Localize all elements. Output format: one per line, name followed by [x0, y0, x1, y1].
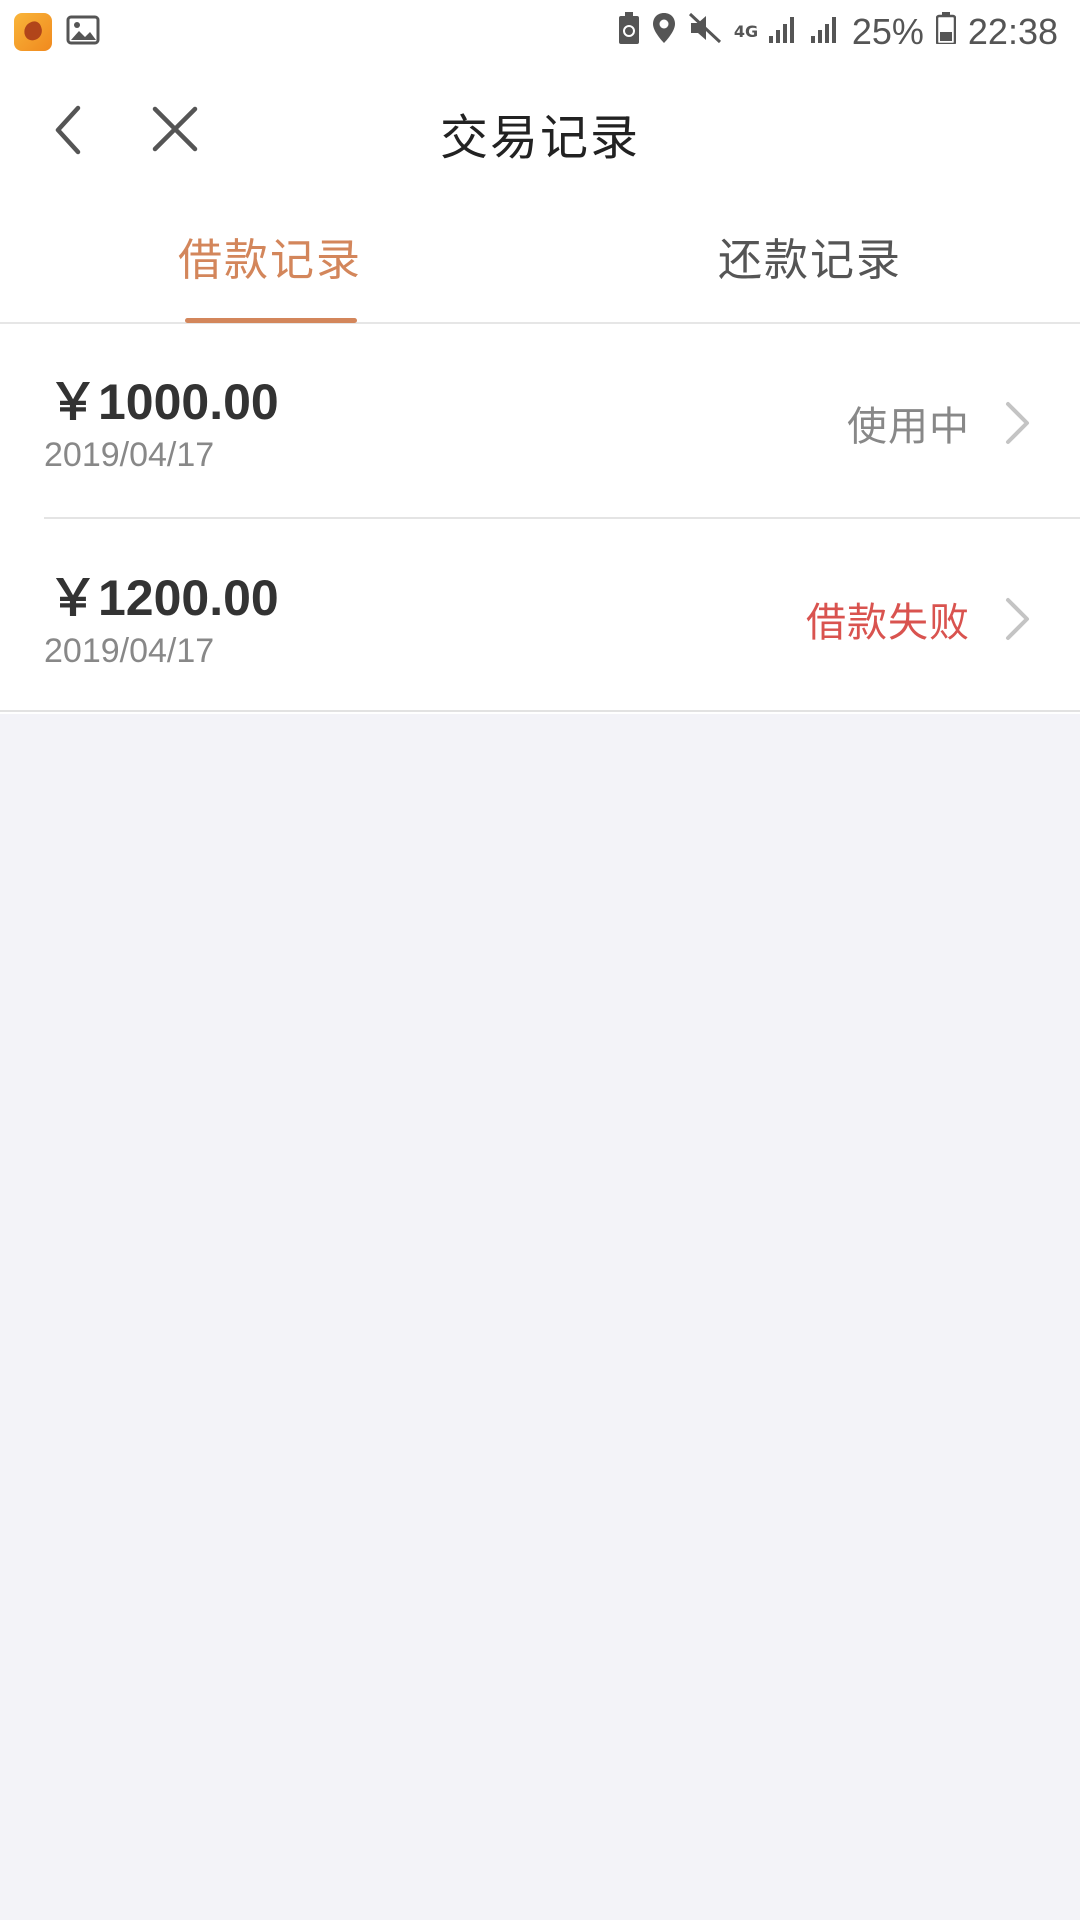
app-icon — [14, 13, 52, 51]
signal-icon — [768, 12, 798, 53]
tab-bar: 借款记录 还款记录 — [0, 194, 1080, 324]
chevron-right-icon — [1006, 402, 1029, 444]
page-title: 交易记录 — [439, 110, 640, 166]
list-item[interactable]: ￥1200.00 2019/04/17 借款失败 — [0, 520, 1080, 714]
divider — [44, 517, 1080, 519]
record-amount: ￥1000.00 — [48, 374, 279, 430]
list-item[interactable]: ￥1000.00 2019/04/17 使用中 — [0, 324, 1080, 518]
signal-icon — [810, 12, 840, 53]
location-icon — [652, 12, 676, 53]
record-status: 使用中 — [847, 404, 970, 450]
battery-percent: 25% — [851, 11, 924, 52]
network-type-label: 4G — [733, 22, 759, 41]
record-amount: ￥1200.00 — [48, 570, 279, 626]
divider — [0, 710, 1080, 712]
battery-saver-icon — [618, 11, 640, 53]
tab-loan-records[interactable]: 借款记录 — [0, 224, 540, 288]
chevron-right-icon — [1006, 598, 1029, 640]
status-right: 4G 25% 22:38 — [618, 10, 1058, 54]
mute-icon — [688, 12, 722, 53]
clock: 22:38 — [967, 11, 1058, 52]
active-tab-indicator — [185, 318, 357, 323]
title-bar: 交易记录 — [0, 64, 1080, 194]
status-left — [14, 12, 100, 52]
status-bar: 4G 25% 22:38 — [0, 0, 1080, 64]
gallery-icon — [66, 15, 100, 49]
tab-repayment-records[interactable]: 还款记录 — [540, 224, 1080, 288]
record-date: 2019/04/17 — [44, 436, 215, 474]
record-date: 2019/04/17 — [44, 632, 215, 670]
record-status: 借款失败 — [806, 600, 970, 646]
battery-icon — [935, 11, 957, 53]
